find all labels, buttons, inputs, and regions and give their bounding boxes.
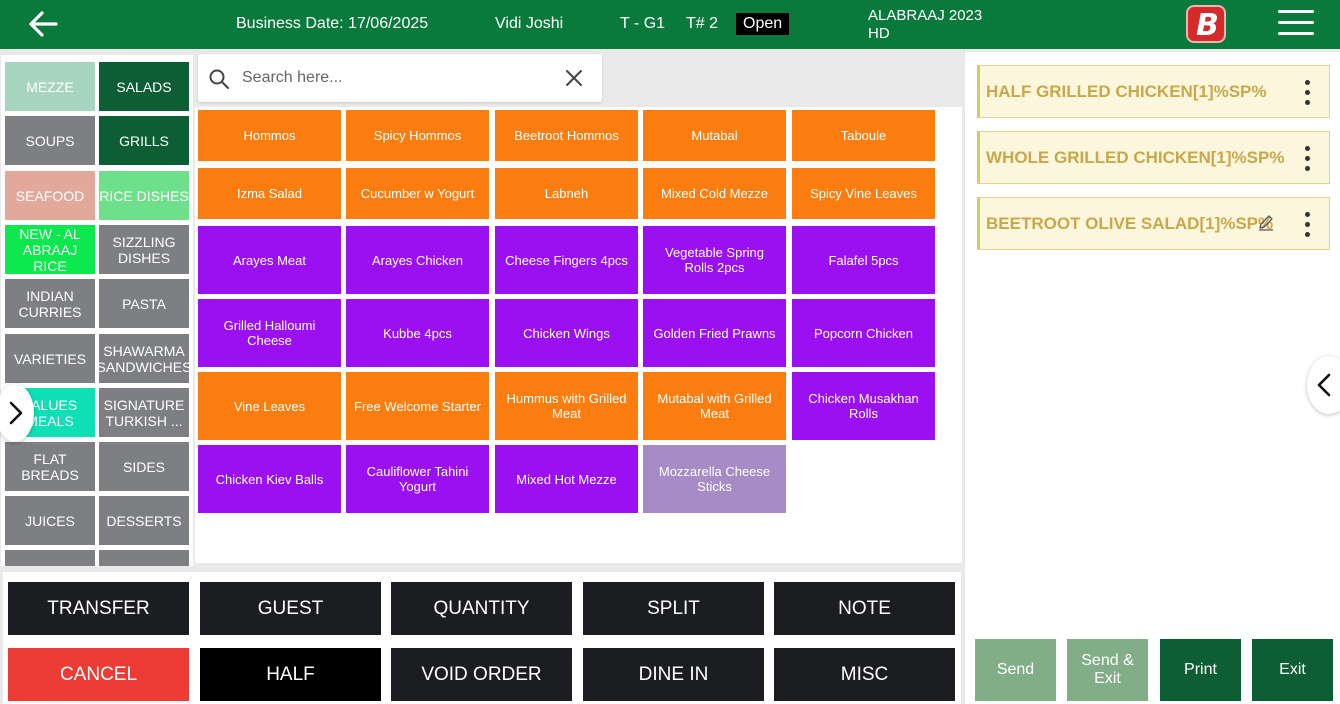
action-button-cancel[interactable]: CANCEL	[8, 648, 189, 701]
menu-item-button[interactable]: Labneh	[495, 168, 638, 219]
action-button-misc[interactable]: MISC	[774, 648, 955, 701]
menu-item-button[interactable]: Arayes Chicken	[346, 226, 489, 294]
collapse-panel-button[interactable]	[1307, 356, 1340, 414]
category-button[interactable]: SIDES	[99, 442, 189, 491]
branch-name-line2: HD	[868, 25, 890, 42]
action-button-note[interactable]: NOTE	[774, 582, 955, 635]
action-button-half[interactable]: HALF	[200, 648, 381, 701]
arrow-left-icon[interactable]	[26, 8, 62, 40]
branch-name: ALABRAAJ 2023 HD	[868, 7, 982, 43]
category-button[interactable]: FLAT BREADS	[5, 442, 95, 491]
category-button[interactable]: GRILLS	[99, 116, 189, 165]
menu-item-button[interactable]: Cheese Fingers 4pcs	[495, 226, 638, 294]
order-line-item[interactable]: HALF GRILLED CHICKEN[1]%SP%	[977, 65, 1330, 118]
menu-item-button[interactable]: Chicken Musakhan Rolls	[792, 372, 935, 440]
search-bar	[198, 54, 602, 102]
hamburger-menu-icon[interactable]	[1278, 10, 1314, 40]
logo-letter: B	[1196, 8, 1219, 43]
category-button[interactable]: SALADS	[99, 62, 189, 111]
category-button[interactable]: JUICES	[5, 496, 95, 545]
menu-item-button[interactable]: Golden Fried Prawns	[643, 299, 786, 367]
action-buttons: TRANSFER GUEST QUANTITY SPLIT NOTE CANCEL HALF…	[3, 572, 961, 704]
action-button-void-order[interactable]: VOID ORDER	[391, 648, 572, 701]
order-line-label: HALF GRILLED CHICKEN[1]%SP%	[986, 81, 1267, 101]
category-button[interactable]: SHAWARMA SANDWICHES	[99, 334, 189, 383]
menu-item-button[interactable]: Chicken Wings	[495, 299, 638, 367]
order-panel: HALF GRILLED CHICKEN[1]%SP% WHOLE GRILLED…	[965, 52, 1340, 704]
menu-item-button[interactable]: Free Welcome Starter	[346, 372, 489, 440]
menu-item-button[interactable]: Popcorn Chicken	[792, 299, 935, 367]
category-button[interactable]: VARIETIES	[5, 334, 95, 383]
menu-item-button[interactable]: Mutabal	[643, 110, 786, 161]
menu-item-button[interactable]: Kubbe 4pcs	[346, 299, 489, 367]
menu-items-grid: Hommos Spicy Hommos Beetroot Hommos Mutabal…	[195, 107, 962, 563]
menu-item-button[interactable]: Grilled Halloumi Cheese	[198, 299, 341, 367]
close-icon[interactable]	[564, 68, 584, 88]
menu-item-button[interactable]: Mixed Hot Mezze	[495, 445, 638, 513]
action-button-quantity[interactable]: QUANTITY	[391, 582, 572, 635]
kebab-menu-icon[interactable]	[1305, 80, 1311, 106]
category-button-partial[interactable]	[99, 550, 189, 566]
kebab-menu-icon[interactable]	[1305, 212, 1311, 238]
branch-name-line1: ALABRAAJ 2023	[868, 7, 983, 24]
action-button-dine-in[interactable]: DINE IN	[583, 648, 764, 701]
menu-item-button[interactable]: Cucumber w Yogurt	[346, 168, 489, 219]
order-line-label: BEETROOT OLIVE SALAD[1]%SP%	[986, 213, 1274, 233]
order-line-item[interactable]: WHOLE GRILLED CHICKEN[1]%SP%	[977, 131, 1330, 184]
menu-item-button[interactable]: Spicy Hommos	[346, 110, 489, 161]
action-button-transfer[interactable]: TRANSFER	[8, 582, 189, 635]
chevron-right-icon	[9, 401, 23, 425]
kebab-menu-icon[interactable]	[1305, 146, 1311, 172]
user-name: Vidi Joshi	[495, 15, 564, 32]
menu-item-button[interactable]: Spicy Vine Leaves	[792, 168, 935, 219]
menu-item-button[interactable]: Cauliflower Tahini Yogurt	[346, 445, 489, 513]
category-button[interactable]: MEZZE	[5, 62, 95, 111]
action-button-split[interactable]: SPLIT	[583, 582, 764, 635]
menu-item-button[interactable]: Vine Leaves	[198, 372, 341, 440]
category-panel: MEZZE SALADS SOUPS GRILLS SEAFOOD RICE DISHES…	[1, 55, 193, 566]
category-button[interactable]: SIZZLING DISHES	[99, 225, 189, 274]
expand-panel-button[interactable]	[0, 384, 34, 442]
exit-button[interactable]: Exit	[1252, 639, 1333, 701]
menu-item-button[interactable]: Beetroot Hommos	[495, 110, 638, 161]
print-button[interactable]: Print	[1160, 639, 1241, 701]
send-button[interactable]: Send	[975, 639, 1056, 701]
action-button-guest[interactable]: GUEST	[200, 582, 381, 635]
menu-item-button[interactable]: Mixed Cold Mezze	[643, 168, 786, 219]
menu-item-button[interactable]: Falafel 5pcs	[792, 226, 935, 294]
category-button[interactable]: SOUPS	[5, 116, 95, 165]
order-line-item[interactable]: BEETROOT OLIVE SALAD[1]%SP%	[977, 197, 1330, 250]
category-button[interactable]: RICE DISHES	[99, 171, 189, 220]
category-button[interactable]: SEAFOOD	[5, 171, 95, 220]
category-button[interactable]: NEW - AL ABRAAJ RICE	[5, 225, 95, 274]
menu-item-button[interactable]: Hommos	[198, 110, 341, 161]
category-button[interactable]: DESSERTS	[99, 496, 189, 545]
chevron-left-icon	[1317, 373, 1331, 397]
menu-item-button[interactable]: Hummus with Grilled Meat	[495, 372, 638, 440]
menu-item-button[interactable]: Vegetable Spring Rolls 2pcs	[643, 226, 786, 294]
menu-item-button[interactable]: Arayes Meat	[198, 226, 341, 294]
order-status-badge: Open	[736, 13, 790, 35]
order-line-label: WHOLE GRILLED CHICKEN[1]%SP%	[986, 147, 1285, 167]
search-input[interactable]	[242, 64, 542, 92]
menu-item-button[interactable]: Taboule	[792, 110, 935, 161]
category-button[interactable]: SIGNATURE TURKISH ...	[99, 388, 189, 437]
category-button[interactable]: PASTA	[99, 279, 189, 328]
category-button[interactable]: INDIAN CURRIES	[5, 279, 95, 328]
app-logo: B	[1186, 5, 1226, 43]
search-icon	[209, 69, 229, 89]
pencil-icon[interactable]	[1257, 213, 1275, 231]
menu-item-button[interactable]: Mozzarella Cheese Sticks	[643, 445, 786, 513]
send-exit-button[interactable]: Send & Exit	[1067, 639, 1148, 701]
table-number: T - G1	[620, 15, 666, 32]
top-bar: Business Date: 17/06/2025 Vidi Joshi T -…	[0, 0, 1340, 49]
business-date: Business Date: 17/06/2025	[236, 15, 429, 32]
menu-item-button[interactable]: Chicken Kiev Balls	[198, 445, 341, 513]
ticket-number: T# 2	[686, 15, 719, 32]
menu-item-button[interactable]: Mutabal with Grilled Meat	[643, 372, 786, 440]
category-button-partial[interactable]	[5, 550, 95, 566]
menu-item-button[interactable]: Izma Salad	[198, 168, 341, 219]
